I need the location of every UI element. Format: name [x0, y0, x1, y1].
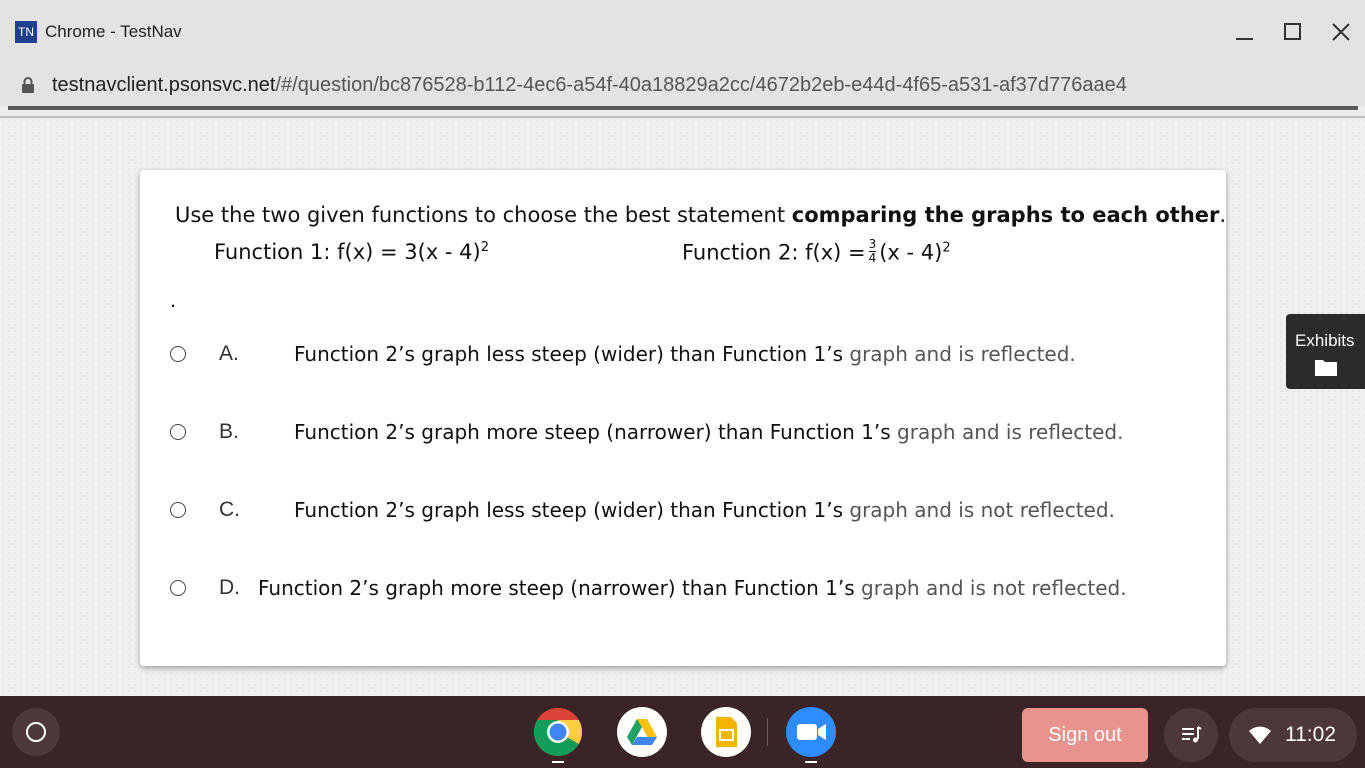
option-letter: C.	[219, 498, 240, 521]
option-letter: D.	[219, 576, 240, 599]
prompt-text: Use the two given functions to choose th…	[175, 203, 792, 227]
wifi-icon	[1249, 726, 1271, 744]
question-prompt: Use the two given functions to choose th…	[175, 203, 1226, 227]
answer-option-c[interactable]: C. Function 2’s graph less steep (wider)…	[170, 498, 1210, 538]
answer-option-b[interactable]: B. Function 2’s graph more steep (narrow…	[170, 420, 1210, 460]
window-title-bar: TN Chrome - TestNav	[0, 0, 1365, 64]
function-2-expression: (x - 4)	[879, 240, 943, 265]
function-2-exponent: 2	[942, 240, 951, 256]
radio-button-a[interactable]	[170, 346, 186, 362]
close-icon[interactable]	[1327, 18, 1355, 46]
url-path: /#/question/bc876528-b112-4ec6-a54f-40a1…	[275, 74, 1127, 96]
function-1-label: Function 1:	[214, 240, 338, 264]
option-letter: A.	[219, 342, 239, 365]
option-text-main: Function 2’s graph less steep (wider) th…	[294, 498, 850, 522]
radio-button-c[interactable]	[170, 502, 186, 518]
fraction-denominator: 4	[868, 251, 877, 265]
stray-period: .	[170, 287, 177, 312]
maximize-icon[interactable]	[1279, 18, 1307, 46]
option-text-tail: graph and is not reflected.	[849, 498, 1115, 522]
media-queue-button[interactable]	[1164, 708, 1218, 762]
clock: 11:02	[1285, 723, 1336, 746]
zoom-running-indicator	[805, 761, 817, 763]
function-1-exponent: 2	[480, 240, 490, 255]
chrome-running-indicator	[552, 761, 564, 763]
option-text-main: Function 2’s graph more steep (narrower)…	[294, 420, 898, 444]
status-tray[interactable]: 11:02	[1229, 708, 1357, 762]
option-text-tail: graph and is not reflected.	[861, 576, 1127, 600]
option-text-tail: graph and is reflected.	[897, 420, 1124, 444]
function-2: Function 2: f(x) = 3 4 (x - 4)2	[682, 237, 951, 267]
function-1-expression: f(x) = 3(x - 4)	[337, 240, 481, 264]
answer-option-d[interactable]: D. Function 2’s graph more steep (narrow…	[170, 576, 1210, 616]
sign-out-button[interactable]: Sign out	[1022, 708, 1148, 762]
testnav-logo-icon: TN	[15, 21, 37, 43]
prompt-bold-text: comparing the graphs to each other	[791, 203, 1220, 227]
chrome-icon[interactable]	[533, 707, 583, 757]
minimize-icon[interactable]	[1231, 18, 1259, 46]
url-text[interactable]: testnavclient.psonsvc.net/#/question/bc8…	[52, 74, 1127, 97]
function-2-label: Function 2: f(x) =	[682, 240, 866, 265]
option-letter: B.	[219, 420, 239, 443]
prompt-period: .	[1219, 203, 1227, 227]
shelf-divider	[767, 718, 768, 746]
toolbar-divider	[8, 106, 1358, 110]
google-slides-icon[interactable]	[701, 707, 751, 757]
window-title: Chrome - TestNav	[45, 22, 182, 41]
url-host: testnavclient.psonsvc.net	[52, 74, 276, 96]
address-bar[interactable]: testnavclient.psonsvc.net/#/question/bc8…	[0, 64, 1365, 106]
exhibits-button[interactable]: Exhibits	[1286, 314, 1365, 389]
function-1: Function 1: f(x) = 3(x - 4)2	[214, 240, 489, 264]
os-shelf	[0, 696, 1365, 768]
launcher-button[interactable]	[12, 708, 60, 756]
option-text-tail: graph and is reflected.	[849, 342, 1076, 366]
option-text[interactable]: Function 2’s graph more steep (narrower)…	[294, 420, 1123, 444]
folder-icon	[1315, 360, 1337, 376]
option-text-main: Function 2’s graph more steep (narrower)…	[258, 576, 862, 600]
option-text[interactable]: Function 2’s graph less steep (wider) th…	[294, 342, 1076, 366]
radio-button-b[interactable]	[170, 424, 186, 440]
playlist-icon	[1182, 726, 1202, 743]
fraction-numerator: 3	[868, 237, 877, 251]
radio-button-d[interactable]	[170, 580, 186, 596]
question-card: Use the two given functions to choose th…	[140, 170, 1226, 666]
option-text[interactable]: Function 2’s graph less steep (wider) th…	[294, 498, 1115, 522]
answer-option-a[interactable]: A. Function 2’s graph less steep (wider)…	[170, 342, 1210, 382]
option-text[interactable]: Function 2’s graph more steep (narrower)…	[258, 576, 1127, 600]
exhibits-label: Exhibits	[1295, 331, 1355, 350]
zoom-icon[interactable]	[786, 707, 836, 757]
fraction: 34	[868, 237, 877, 265]
launcher-icon	[26, 722, 46, 742]
lock-icon	[22, 77, 34, 93]
option-text-main: Function 2’s graph less steep (wider) th…	[294, 342, 850, 366]
google-drive-icon[interactable]	[617, 707, 667, 757]
